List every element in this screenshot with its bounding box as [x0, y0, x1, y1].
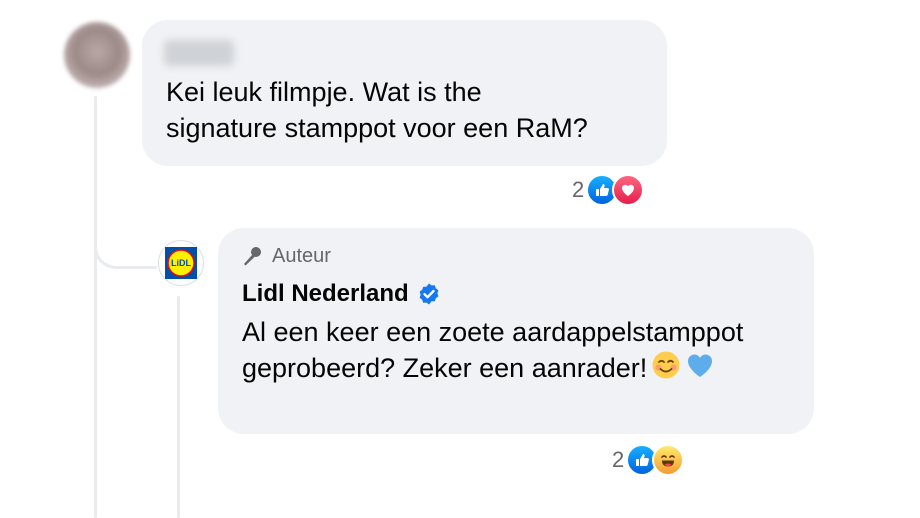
- microphone-icon: [244, 247, 261, 266]
- reply-reactions[interactable]: 2: [612, 444, 685, 476]
- author-badge: Auteur: [240, 244, 331, 268]
- love-icon: [612, 174, 645, 206]
- blue-heart-icon: [685, 350, 715, 389]
- commenter-name-blurred[interactable]: [164, 40, 234, 66]
- verified-badge-icon: [417, 282, 441, 306]
- comment-reactions[interactable]: 2: [572, 174, 645, 206]
- thread-line-reply: [177, 296, 180, 518]
- commenter-avatar[interactable]: [64, 22, 130, 88]
- reply-bubble: Auteur Lidl Nederland Al een keer een zo…: [218, 228, 814, 434]
- lidl-avatar[interactable]: LiDL: [158, 240, 204, 286]
- haha-icon: [652, 444, 685, 476]
- author-name-row: Lidl Nederland: [242, 280, 441, 308]
- thread-line-branch: [94, 230, 157, 269]
- thread-line-main: [94, 96, 97, 518]
- comment-text: Kei leuk filmpje. Wat is the signature s…: [166, 77, 588, 143]
- author-badge-label: Auteur: [272, 244, 331, 267]
- reply-text: Al een keer een zoete aardappelstamppot …: [242, 314, 743, 389]
- comment-bubble: Kei leuk filmpje. Wat is the signature s…: [142, 20, 667, 166]
- reaction-count: 2: [612, 447, 625, 472]
- svg-text:LiDL: LiDL: [171, 258, 191, 268]
- reaction-count: 2: [572, 177, 585, 202]
- smiling-face-icon: [651, 350, 681, 389]
- author-name[interactable]: Lidl Nederland: [242, 280, 409, 308]
- lidl-logo: LiDL: [165, 247, 197, 279]
